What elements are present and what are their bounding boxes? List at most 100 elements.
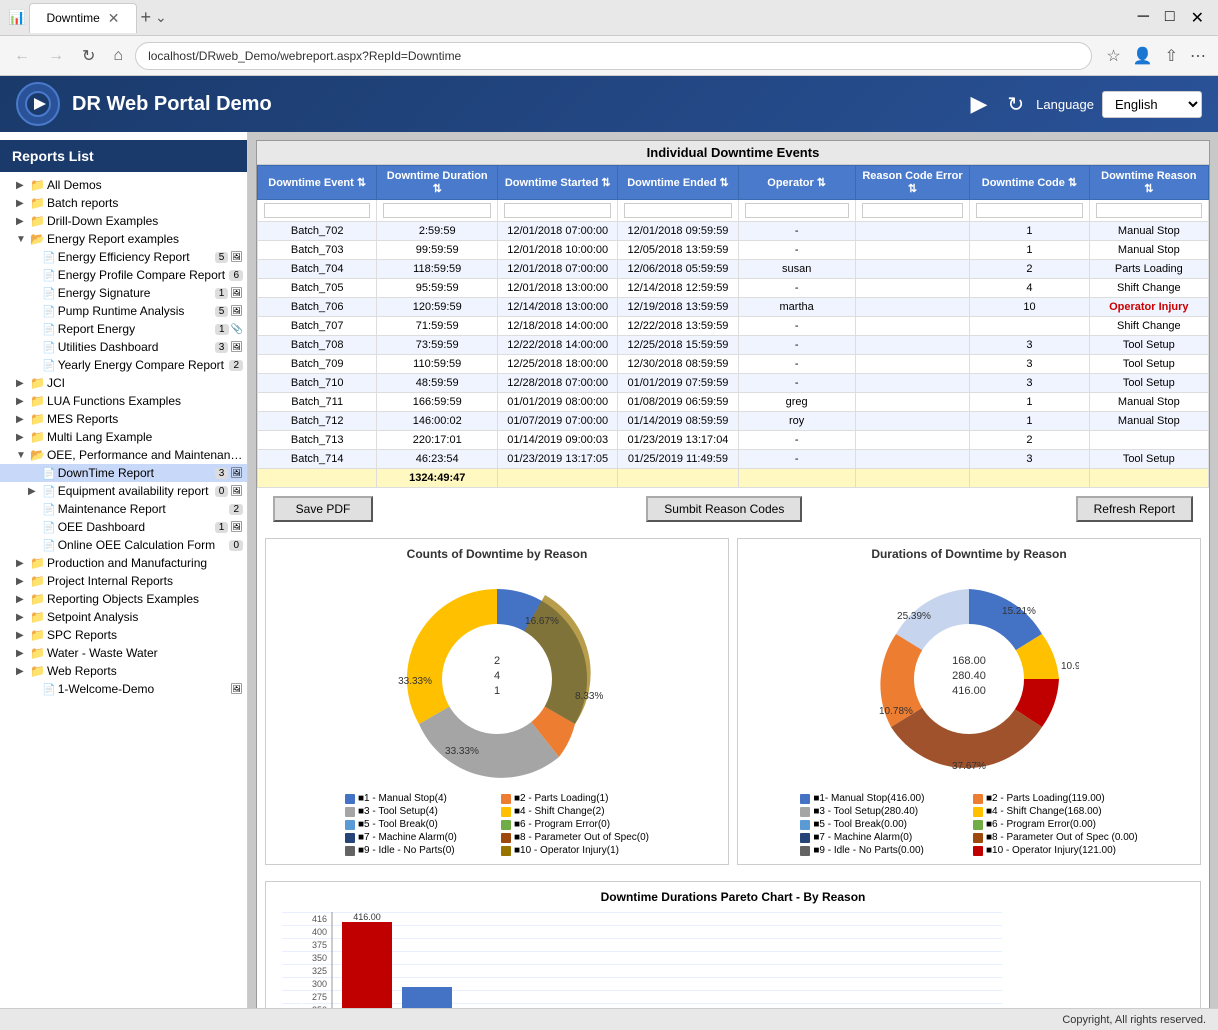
tree-toggle: ▶	[16, 432, 28, 443]
sidebar-item-oee[interactable]: ▼ 📂 OEE, Performance and Maintenance	[0, 446, 247, 464]
sidebar-item-setpoint[interactable]: ▶ 📁 Setpoint Analysis	[0, 608, 247, 626]
sidebar: Reports List ▶ 📁 All Demos ▶ 📁 Batch rep…	[0, 132, 248, 1008]
col-reason-err[interactable]: Reason Code Error ⇅	[855, 166, 970, 200]
sidebar-item-water[interactable]: ▶ 📁 Water - Waste Water	[0, 644, 247, 662]
sidebar-item-online-oee[interactable]: 📄 Online OEE Calculation Form 0	[0, 536, 247, 554]
sidebar-item-equip-avail[interactable]: ▶ 📄 Equipment availability report 0 🖼	[0, 482, 247, 500]
sidebar-item-multilang[interactable]: ▶ 📁 Multi Lang Example	[0, 428, 247, 446]
forward-button[interactable]: →	[42, 43, 70, 69]
counts-donut-svg: 16.67% 8.33% 33.33% 33.33% 2 4 1	[387, 569, 607, 789]
share-icon[interactable]: ⇧	[1161, 42, 1182, 70]
filter-operator[interactable]	[745, 203, 849, 218]
legend-label: ■6 - Program Error(0.00)	[986, 819, 1096, 830]
tree-toggle: ▼	[16, 450, 28, 461]
back-button[interactable]: ←	[8, 43, 36, 69]
tab-close-button[interactable]: ✕	[108, 10, 120, 27]
col-ended[interactable]: Downtime Ended ⇅	[618, 166, 738, 200]
sidebar-item-energy[interactable]: ▼ 📂 Energy Report examples	[0, 230, 247, 248]
filter-code[interactable]	[976, 203, 1082, 218]
filter-event[interactable]	[264, 203, 370, 218]
tree-toggle: ▶	[16, 630, 28, 641]
sidebar-item-oee-dash[interactable]: 📄 OEE Dashboard 1 🖼	[0, 518, 247, 536]
tree-toggle: ▶	[16, 576, 28, 587]
sidebar-label: SPC Reports	[47, 628, 243, 642]
filter-ended[interactable]	[624, 203, 731, 218]
pdf-badge: 🖼	[230, 306, 243, 317]
sidebar-label: Multi Lang Example	[47, 430, 243, 444]
legend-label: ■4 - Shift Change(2)	[514, 806, 605, 817]
maximize-button[interactable]: □	[1159, 6, 1181, 30]
sidebar-item-welcome[interactable]: 📄 1-Welcome-Demo 🖼	[0, 680, 247, 698]
sidebar-label: LUA Functions Examples	[47, 394, 243, 408]
app-header: DR Web Portal Demo ▶ ↻ Language English	[0, 76, 1218, 132]
col-event[interactable]: Downtime Event ⇅	[258, 166, 377, 200]
sidebar-item-lua[interactable]: ▶ 📁 LUA Functions Examples	[0, 392, 247, 410]
refresh-report-button[interactable]: Refresh Report	[1076, 496, 1193, 522]
new-tab-button[interactable]: +	[141, 7, 152, 28]
home-button[interactable]: ⌂	[107, 43, 129, 69]
submit-reason-button[interactable]: Sumbit Reason Codes	[646, 496, 802, 522]
col-duration[interactable]: Downtime Duration ⇅	[377, 166, 498, 200]
col-started[interactable]: Downtime Started ⇅	[498, 166, 618, 200]
sidebar-item-energy-efficiency[interactable]: 📄 Energy Efficiency Report 5 🖼	[0, 248, 247, 266]
sidebar-item-downtime[interactable]: 📄 DownTime Report 3 🖼	[0, 464, 247, 482]
reload-button[interactable]: ↻	[76, 42, 101, 70]
sidebar-item-batch[interactable]: ▶ 📁 Batch reports	[0, 194, 247, 212]
counts-legend: ■1 - Manual Stop(4) ■2 - Parts Loading(1…	[345, 793, 649, 856]
sidebar-item-pump[interactable]: 📄 Pump Runtime Analysis 5 🖼	[0, 302, 247, 320]
sidebar-item-jci[interactable]: ▶ 📁 JCI	[0, 374, 247, 392]
filter-reason-err[interactable]	[862, 203, 964, 218]
svg-text:416.40: 416.40	[297, 979, 306, 1004]
table-row: Batch_713220:17:0101/14/2019 09:00:0301/…	[258, 431, 1209, 450]
sidebar-item-mes[interactable]: ▶ 📁 MES Reports	[0, 410, 247, 428]
sidebar-item-reporting[interactable]: ▶ 📁 Reporting Objects Examples	[0, 590, 247, 608]
sidebar-item-utilities[interactable]: 📄 Utilities Dashboard 3 🖼	[0, 338, 247, 356]
tree-toggle: ▶	[16, 594, 28, 605]
legend-label: ■5 - Tool Break(0)	[358, 819, 438, 830]
bookmark-icon[interactable]: ☆	[1102, 42, 1124, 70]
col-reason[interactable]: Downtime Reason ⇅	[1089, 166, 1208, 200]
user-icon[interactable]: 👤	[1129, 42, 1157, 70]
sidebar-item-energy-sig[interactable]: 📄 Energy Signature 1 🖼	[0, 284, 247, 302]
tree-toggle: ▶	[16, 648, 28, 659]
file-icon: 📄	[42, 539, 56, 552]
folder-icon: 📁	[30, 664, 45, 678]
sidebar-item-web[interactable]: ▶ 📁 Web Reports	[0, 662, 247, 680]
sidebar-label: Report Energy	[58, 322, 213, 336]
save-pdf-button[interactable]: Save PDF	[273, 496, 373, 522]
menu-icon[interactable]: ⋯	[1186, 42, 1210, 70]
tab-menu-button[interactable]: ⌄	[155, 9, 167, 26]
col-operator[interactable]: Operator ⇅	[738, 166, 855, 200]
refresh-button[interactable]: ↻	[1007, 92, 1024, 117]
play-button[interactable]: ▶	[970, 91, 987, 117]
address-bar[interactable]: localhost/DRweb_Demo/webreport.aspx?RepI…	[135, 42, 1092, 70]
language-selector[interactable]: English	[1102, 91, 1202, 118]
folder-icon: 📁	[30, 610, 45, 624]
sidebar-label: All Demos	[47, 178, 243, 192]
folder-icon: 📁	[30, 628, 45, 642]
browser-tab[interactable]: Downtime ✕	[29, 3, 136, 33]
file-icon: 📄	[42, 287, 56, 300]
sidebar-item-drilldown[interactable]: ▶ 📁 Drill-Down Examples	[0, 212, 247, 230]
sidebar-item-report-energy[interactable]: 📄 Report Energy 1 📎	[0, 320, 247, 338]
close-button[interactable]: ✕	[1185, 6, 1210, 30]
sidebar-item-project[interactable]: ▶ 📁 Project Internal Reports	[0, 572, 247, 590]
svg-text:4: 4	[494, 670, 500, 682]
sidebar-item-all-demos[interactable]: ▶ 📁 All Demos	[0, 176, 247, 194]
file-icon: 📄	[42, 305, 56, 318]
legend-label: ■8 - Parameter Out of Spec (0.00)	[986, 832, 1138, 843]
minimize-button[interactable]: ─	[1132, 6, 1155, 30]
sidebar-item-yearly[interactable]: 📄 Yearly Energy Compare Report 2	[0, 356, 247, 374]
sidebar-item-production[interactable]: ▶ 📁 Production and Manufacturing	[0, 554, 247, 572]
table-row: Batch_70399:59:5912/01/2018 10:00:0012/0…	[258, 241, 1209, 260]
filter-started[interactable]	[504, 203, 611, 218]
file-icon: 📄	[42, 521, 56, 534]
sidebar-item-maintenance[interactable]: 📄 Maintenance Report 2	[0, 500, 247, 518]
sidebar-item-spc[interactable]: ▶ 📁 SPC Reports	[0, 626, 247, 644]
tree-toggle: ▶	[16, 666, 28, 677]
sidebar-item-energy-profile[interactable]: 📄 Energy Profile Compare Report 6	[0, 266, 247, 284]
folder-icon: 📁	[30, 412, 45, 426]
filter-duration[interactable]	[383, 203, 491, 218]
col-code[interactable]: Downtime Code ⇅	[970, 166, 1089, 200]
filter-reason[interactable]	[1096, 203, 1202, 218]
